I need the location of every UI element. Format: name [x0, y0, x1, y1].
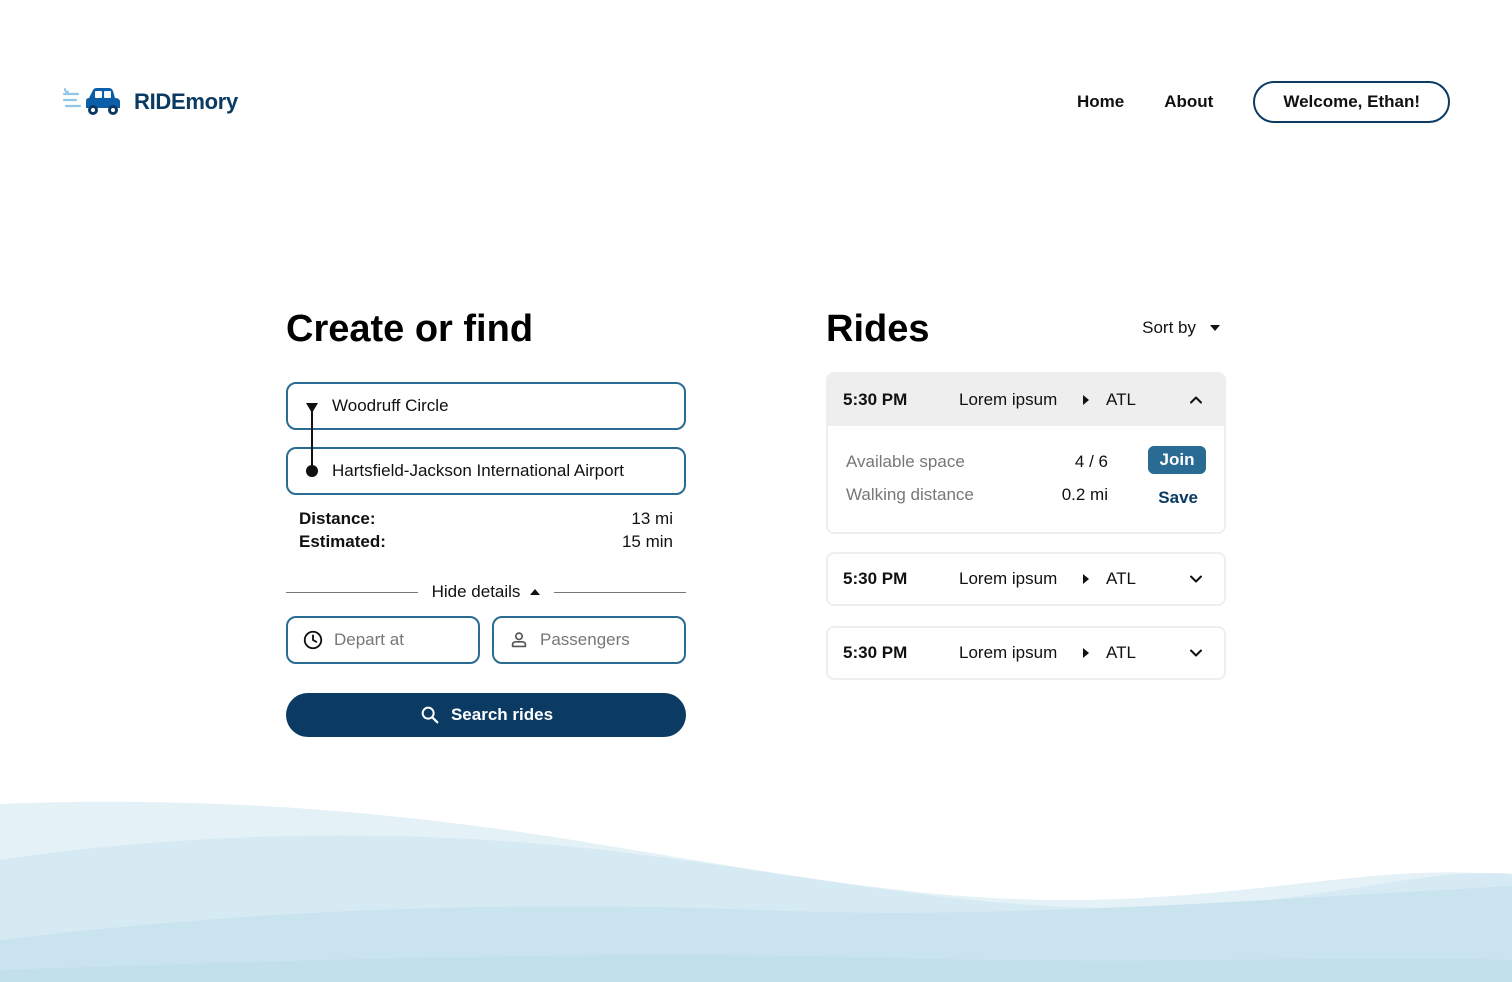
caret-up-icon — [530, 589, 541, 595]
arrow-right-icon — [1083, 574, 1089, 584]
destination-input[interactable]: Hartsfield-Jackson International Airport — [286, 447, 686, 495]
welcome-user-button[interactable]: Welcome, Ethan! — [1253, 81, 1450, 123]
walking-distance-value: 0.2 mi — [1061, 485, 1108, 504]
ride-origin: Lorem ipsum — [959, 643, 1058, 662]
chevron-down-icon[interactable] — [1188, 645, 1204, 661]
ride-card-header[interactable]: 5:30 PM Lorem ipsum ATL — [828, 628, 1224, 678]
ride-card-details: Available space 4 / 6 Walking distance 0… — [828, 426, 1224, 532]
ride-time: 5:30 PM — [843, 390, 908, 409]
origin-value: Woodruff Circle — [332, 396, 449, 415]
hide-details-label: Hide details — [431, 582, 521, 601]
chevron-down-icon[interactable] — [1188, 571, 1204, 587]
divider-line-right — [554, 591, 687, 593]
page: RIDEmory Home About Welcome, Ethan! Crea… — [0, 0, 1512, 982]
available-space-label: Available space — [846, 452, 965, 471]
nav-home-link[interactable]: Home — [1077, 92, 1124, 112]
create-panel: Create or find Woodruff Circle Hartsfiel… — [286, 308, 687, 737]
ride-card: 5:30 PM Lorem ipsum ATL — [826, 552, 1226, 606]
ride-card-header[interactable]: 5:30 PM Lorem ipsum ATL — [828, 554, 1224, 604]
sort-by-dropdown[interactable]: Sort by — [1142, 318, 1226, 338]
ride-destination: ATL — [1106, 643, 1136, 662]
nav-about-link[interactable]: About — [1164, 92, 1213, 112]
search-rides-button[interactable]: Search rides — [286, 693, 686, 737]
route-line — [311, 406, 313, 470]
walking-distance-label: Walking distance — [846, 485, 974, 504]
passengers-field[interactable]: Passengers — [492, 616, 686, 664]
estimated-value: 15 min — [621, 532, 673, 551]
logo[interactable]: RIDEmory — [62, 84, 238, 120]
wave-decoration — [0, 801, 1512, 982]
route-stats: Distance: 13 mi Estimated: 15 min — [299, 507, 673, 553]
join-button[interactable]: Join — [1148, 446, 1206, 474]
details-divider: Hide details — [286, 580, 687, 604]
ride-time: 5:30 PM — [843, 643, 908, 662]
passengers-placeholder: Passengers — [540, 630, 630, 649]
origin-input[interactable]: Woodruff Circle — [286, 382, 686, 430]
rides-panel: Rides Sort by 5:30 PM Lorem ipsum ATL Av… — [826, 308, 1226, 680]
search-icon — [421, 706, 439, 724]
ride-card-header[interactable]: 5:30 PM Lorem ipsum ATL — [828, 374, 1224, 426]
ride-destination: ATL — [1106, 390, 1136, 409]
ride-card: 5:30 PM Lorem ipsum ATL — [826, 626, 1226, 680]
clock-icon — [303, 630, 323, 650]
ride-origin: Lorem ipsum — [959, 569, 1058, 588]
ride-destination: ATL — [1106, 569, 1136, 588]
chevron-up-icon[interactable] — [1188, 392, 1204, 408]
brand-name: RIDEmory — [134, 89, 238, 114]
ride-time: 5:30 PM — [843, 569, 908, 588]
arrow-right-icon — [1083, 395, 1089, 405]
top-nav: Home About Welcome, Ethan! — [1077, 81, 1450, 123]
destination-value: Hartsfield-Jackson International Airport — [332, 461, 624, 480]
arrow-right-icon — [1083, 648, 1089, 658]
sort-by-label: Sort by — [1142, 318, 1196, 337]
ride-card: 5:30 PM Lorem ipsum ATL Available space … — [826, 372, 1226, 534]
depart-at-field[interactable]: Depart at — [286, 616, 480, 664]
distance-label: Distance: — [299, 509, 376, 528]
route-start-icon — [306, 403, 318, 413]
create-title: Create or find — [286, 308, 534, 350]
distance-value: 13 mi — [631, 509, 673, 528]
hide-details-toggle[interactable]: Hide details — [418, 582, 555, 602]
available-space-value: 4 / 6 — [1074, 452, 1108, 471]
ride-origin: Lorem ipsum — [959, 390, 1058, 409]
car-icon — [62, 88, 120, 115]
save-link[interactable]: Save — [1158, 488, 1198, 508]
depart-at-placeholder: Depart at — [334, 630, 404, 649]
caret-down-icon — [1210, 325, 1220, 331]
divider-line-left — [286, 591, 418, 593]
route-end-icon — [306, 465, 318, 477]
estimated-label: Estimated: — [299, 532, 386, 551]
person-icon — [511, 632, 527, 648]
search-rides-label: Search rides — [450, 705, 554, 724]
